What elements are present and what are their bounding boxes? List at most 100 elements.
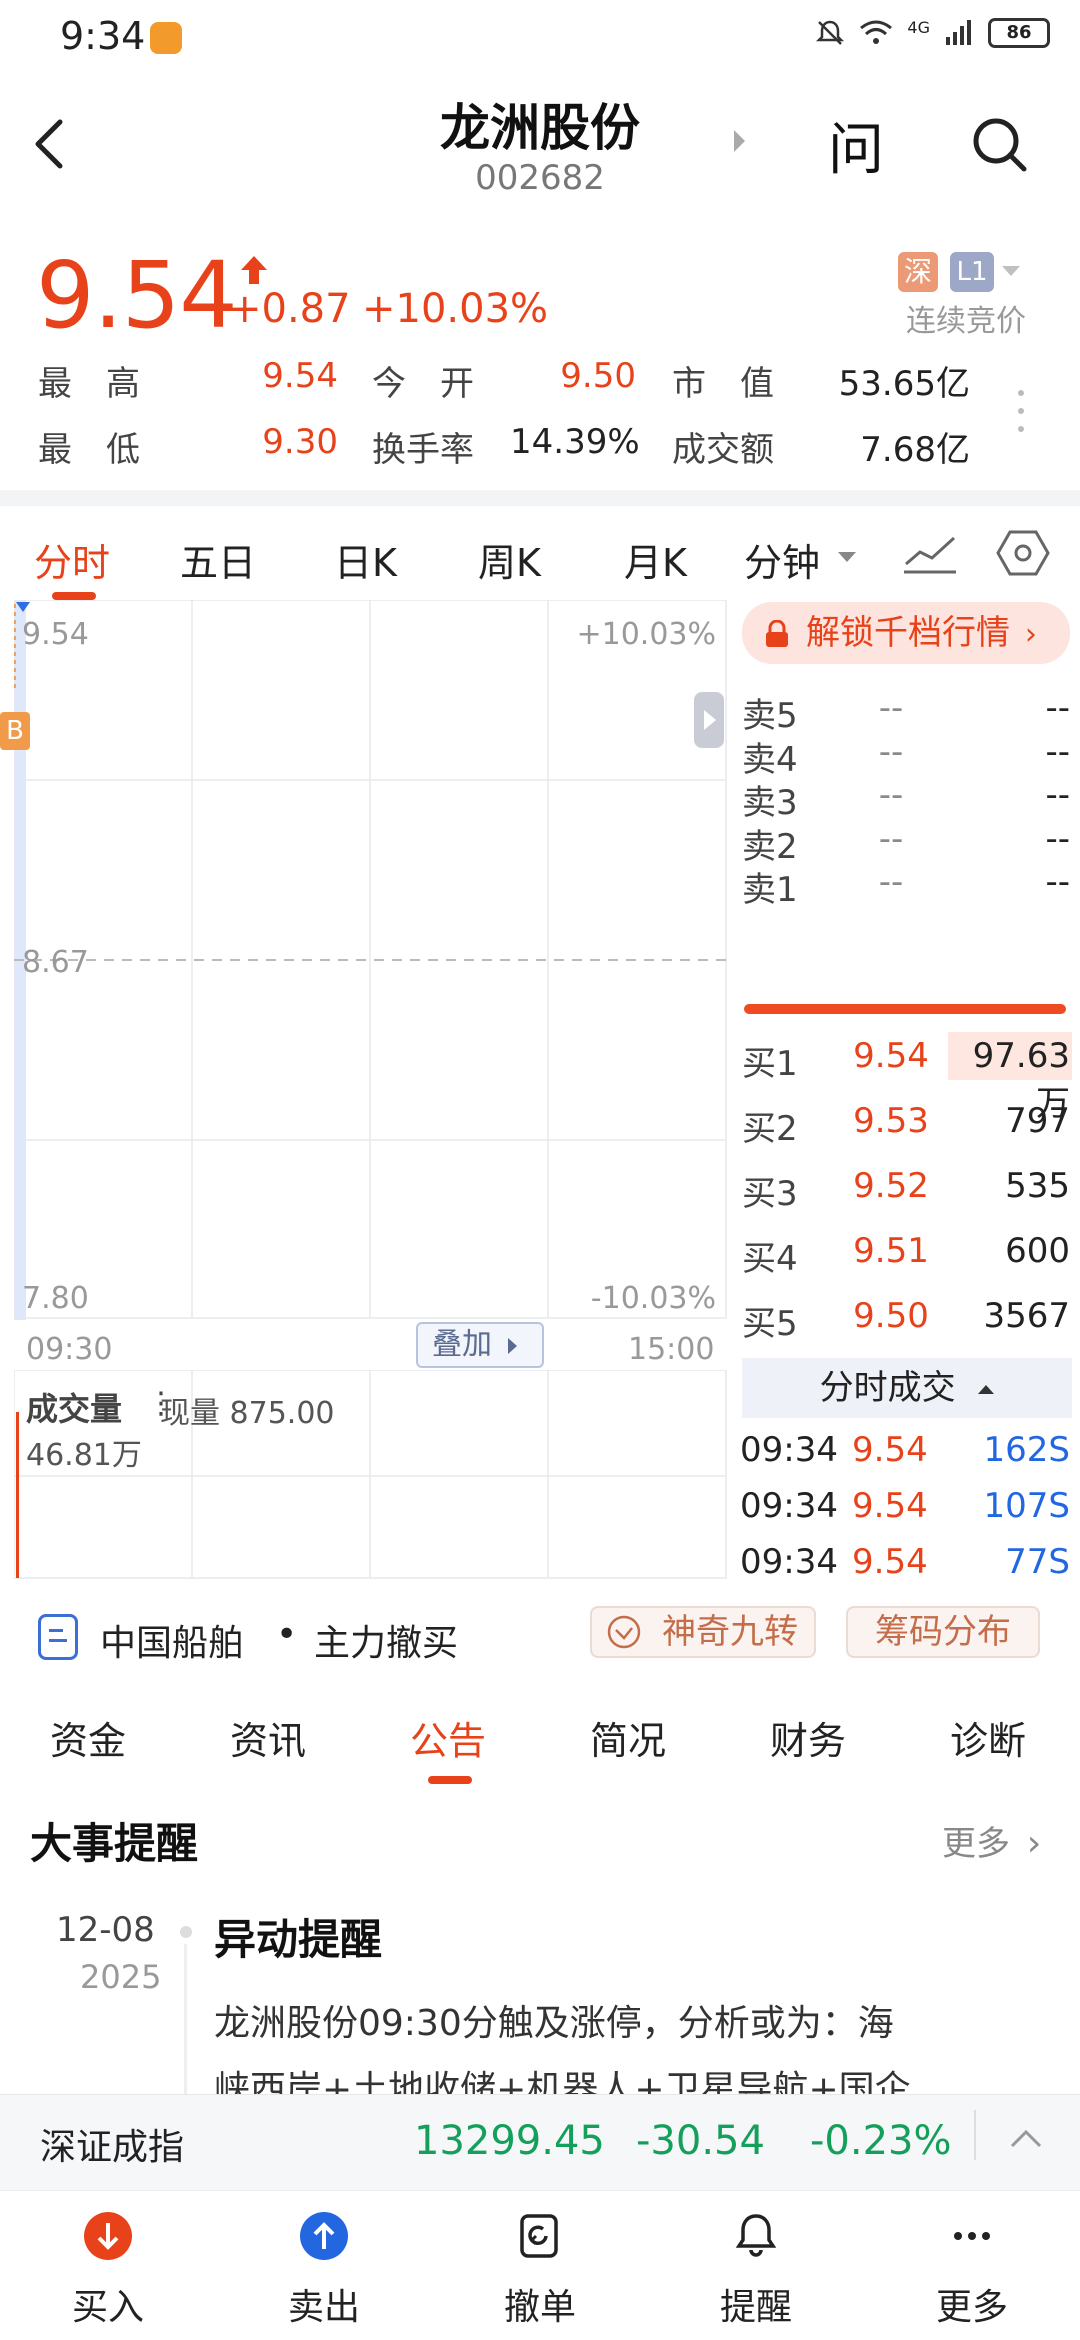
stat-value-amount: 7.68亿 (860, 430, 970, 470)
ask-level-price: -- (878, 862, 904, 902)
y-tick-high: 9.54 (22, 617, 89, 652)
status-bar: 9:34 4G 86 (0, 0, 1080, 76)
trades-header[interactable]: 分时成交 (742, 1358, 1072, 1418)
ask-level-price: -- (878, 731, 904, 772)
chip-distribution-label: 筹码分布 (875, 1612, 1011, 1652)
tab-minute[interactable]: 分钟 (744, 532, 820, 587)
tab-profile[interactable]: 简况 (590, 1710, 666, 1765)
nav-label: 撤单 (503, 2287, 576, 2328)
ask-level-price: -- (878, 818, 904, 859)
events-more-link[interactable]: 更多 › (942, 1816, 1041, 1865)
price-change: +0.87 (228, 286, 351, 332)
volume-bar (16, 1412, 19, 1578)
unlock-depth-button[interactable]: 解锁千档行情 › (742, 602, 1070, 664)
trade-volume: 107S (983, 1486, 1070, 1526)
ask-button[interactable]: 问 (828, 105, 884, 186)
tab-weekly-k[interactable]: 周K (478, 532, 541, 587)
nav-label: 买入 (71, 2287, 144, 2328)
ask-level-label: 卖5 (742, 696, 798, 736)
sell-icon (216, 2210, 432, 2266)
event-body-line1: 龙洲股份09:30分触及涨停，分析或为：海 (214, 2003, 894, 2044)
volume-title: 成交量 (26, 1390, 123, 1428)
overlay-arrow-icon (507, 1337, 517, 1354)
chip-distribution-button[interactable]: 筹码分布 (846, 1606, 1040, 1658)
chevron-up-icon[interactable] (1010, 2128, 1042, 2148)
tab-diagnosis[interactable]: 诊断 (950, 1710, 1026, 1765)
ask-level-volume: -- (1045, 688, 1070, 728)
tab-news[interactable]: 资讯 (230, 1710, 306, 1765)
settings-icon[interactable] (996, 528, 1050, 578)
stat-label-low: 最 低 (38, 430, 140, 470)
overlay-button-label: 叠加 (432, 1327, 492, 1362)
trade-time: 09:34 (740, 1542, 838, 1582)
timeline-dot (180, 1926, 192, 1938)
unlock-depth-label: 解锁千档行情 (806, 613, 1010, 653)
trade-time: 09:34 (740, 1430, 838, 1470)
index-change: -30.54 (636, 2118, 765, 2164)
tab-five-day[interactable]: 五日 (180, 532, 256, 587)
ask-level-volume: -- (1045, 818, 1070, 859)
stats-more-icon[interactable] (1018, 390, 1026, 444)
ask-level-label: 卖1 (742, 870, 798, 910)
tab-financials[interactable]: 财务 (770, 1710, 846, 1765)
event-year: 2025 (80, 1958, 162, 1996)
indicator-icon[interactable] (902, 530, 958, 576)
ask-level-price: -- (878, 775, 904, 815)
bid-level-price: 9.54 (853, 1036, 929, 1076)
main-force-signal[interactable]: 主力撤买 (314, 1614, 458, 1666)
bid-level-price: 9.51 (853, 1231, 929, 1271)
stat-value-high: 9.54 (262, 356, 338, 396)
tab-intraday[interactable]: 分时 (34, 532, 110, 587)
nav-label: 卖出 (287, 2287, 360, 2328)
trade-volume: 162S (983, 1430, 1070, 1470)
event-headline[interactable]: 异动提醒 (214, 1906, 382, 1967)
tab-capital[interactable]: 资金 (50, 1710, 126, 1765)
bid-level-price: 9.52 (853, 1166, 929, 1206)
more-icon (864, 2210, 1080, 2266)
nav-cancel-order[interactable]: 撤单 (432, 2210, 648, 2330)
related-stock[interactable]: 中国船舶 (100, 1614, 244, 1666)
buy-icon (0, 2210, 216, 2266)
bid-level-label: 买5 (742, 1304, 798, 1344)
notification-app-icon (150, 22, 182, 54)
bid-level-volume: 3567 (983, 1296, 1070, 1336)
nav-more[interactable]: 更多 (864, 2210, 1080, 2330)
status-icons: 4G 86 (815, 18, 1050, 48)
trade-price: 9.54 (852, 1430, 928, 1470)
battery-icon: 86 (988, 18, 1050, 48)
mute-icon (816, 20, 845, 45)
buy-point-marker[interactable]: B (0, 712, 30, 750)
status-time: 9:34 (60, 14, 146, 58)
stat-value-turnover: 14.39% (510, 422, 640, 462)
magic-nine-label: 神奇九转 (662, 1612, 798, 1652)
expand-arrow-icon[interactable] (734, 130, 745, 152)
y-tick-pct-low: -10.03% (591, 1281, 716, 1316)
event-body-line2: 峡西岸+土地收储+机器人+卫星导航+国企 (214, 2069, 911, 2094)
ask-level-volume: -- (1045, 775, 1070, 815)
tab-daily-k[interactable]: 日K (334, 532, 397, 587)
bid-level-label: 买1 (742, 1044, 798, 1084)
events-more-label: 更多 (942, 1824, 1010, 1864)
bell-icon (648, 2210, 864, 2266)
search-icon[interactable] (970, 115, 1030, 175)
volume-current: 现量 875.00 (160, 1396, 335, 1431)
tab-monthly-k[interactable]: 月K (624, 532, 687, 587)
chevron-right-icon: › (1026, 1823, 1042, 1864)
index-divider (974, 2110, 976, 2160)
intraday-chart[interactable]: 9.54 8.67 7.80 +10.03% -10.03% (14, 600, 728, 1320)
tab-announcements[interactable]: 公告 (410, 1710, 486, 1765)
bid-level-volume: 600 (1005, 1231, 1070, 1271)
bid-level-volume: 535 (1005, 1166, 1070, 1206)
ask-level-price: -- (878, 688, 904, 728)
detail-tab-active-indicator (428, 1776, 472, 1784)
bid-level-price: 9.50 (853, 1296, 929, 1336)
level-dropdown-icon[interactable] (1002, 266, 1020, 276)
nav-sell[interactable]: 卖出 (216, 2210, 432, 2330)
overlay-button[interactable]: 叠加 (416, 1322, 544, 1368)
level-badge[interactable]: L1 (950, 252, 994, 292)
price-change-pct: +10.03% (362, 286, 549, 332)
stock-code: 002682 (475, 158, 605, 198)
nav-buy[interactable]: 买入 (0, 2210, 216, 2330)
minute-dropdown-icon[interactable] (838, 552, 856, 562)
nav-bell[interactable]: 提醒 (648, 2210, 864, 2330)
